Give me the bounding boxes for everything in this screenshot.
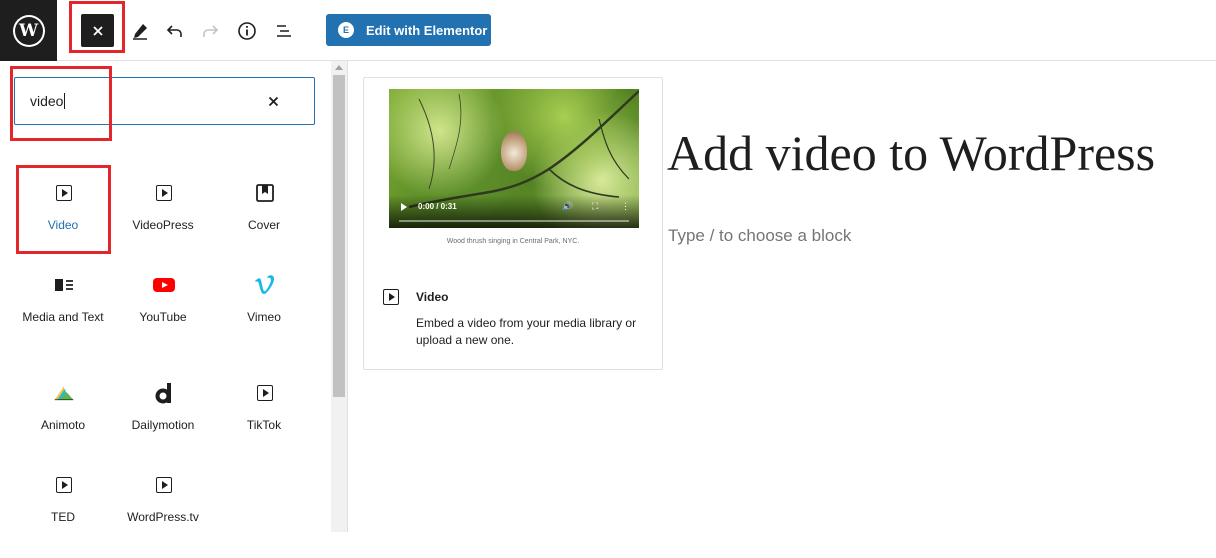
list-view-button[interactable] (267, 14, 300, 47)
video-icon (53, 182, 75, 204)
close-inserter-button[interactable] (81, 14, 114, 47)
animoto-icon (53, 382, 75, 404)
undo-icon (166, 24, 182, 37)
tools-button[interactable] (123, 14, 156, 47)
video-caption: Wood thrush singing in Central Park, NYC… (446, 238, 580, 245)
block-item-cover[interactable]: Cover (215, 182, 313, 266)
ted-icon (53, 474, 75, 496)
block-item-dailymotion[interactable]: Dailymotion (114, 382, 212, 466)
dailymotion-icon (153, 382, 175, 404)
fullscreen-icon[interactable]: ⛶ (592, 201, 598, 212)
video-controls: 0:00 / 0:31 🔊 ⛶ ⋮ (389, 195, 639, 228)
pencil-icon (132, 23, 147, 40)
video-icon (383, 289, 399, 305)
block-item-vimeo[interactable]: Vimeo (215, 274, 313, 358)
info-icon (237, 21, 256, 40)
block-item-videopress[interactable]: VideoPress (114, 182, 212, 266)
close-icon (268, 96, 278, 106)
elementor-icon: E (338, 22, 354, 38)
redo-button[interactable] (193, 14, 226, 47)
block-item-youtube[interactable]: YouTube (114, 274, 212, 358)
editor-top-toolbar: W E Edit with Elementor (0, 0, 1216, 61)
youtube-icon (153, 274, 175, 296)
block-item-media-and-text[interactable]: Media and Text (14, 274, 112, 358)
wordpress-logo-icon: W (12, 14, 45, 47)
wordpress-tv-icon (153, 474, 175, 496)
elementor-button-label: Edit with Elementor (366, 22, 488, 38)
more-options-icon[interactable]: ⋮ (621, 201, 630, 212)
block-item-ted[interactable]: TED (14, 474, 112, 558)
block-placeholder[interactable]: Type / to choose a block (668, 226, 851, 246)
block-search-input[interactable]: video (14, 77, 315, 125)
block-item-wordpress-tv[interactable]: WordPress.tv (114, 474, 212, 558)
volume-icon[interactable]: 🔊 (562, 201, 573, 212)
preview-block-description: Embed a video from your media library or… (416, 316, 637, 347)
clear-search-button[interactable] (262, 89, 284, 113)
scrollbar-thumb[interactable] (333, 75, 345, 397)
redo-icon (202, 24, 218, 37)
details-button[interactable] (230, 14, 263, 47)
vimeo-icon (254, 274, 276, 296)
edit-with-elementor-button[interactable]: E Edit with Elementor (326, 14, 491, 46)
tiktok-icon (254, 382, 276, 404)
preview-block-title: Video (416, 290, 449, 304)
text-caret (64, 93, 66, 109)
inserter-scrollbar[interactable] (331, 61, 348, 532)
close-icon (92, 25, 103, 36)
play-icon[interactable] (401, 203, 407, 211)
media-text-icon (53, 274, 75, 296)
video-progress-bar[interactable] (399, 220, 629, 222)
post-title[interactable]: Add video to WordPress (667, 124, 1155, 182)
scroll-up-arrow-icon[interactable] (335, 65, 343, 70)
block-preview-card: 0:00 / 0:31 🔊 ⛶ ⋮ Wood thrush singing in… (363, 77, 663, 370)
video-preview-thumbnail: 0:00 / 0:31 🔊 ⛶ ⋮ (389, 89, 639, 228)
block-item-animoto[interactable]: Animoto (14, 382, 112, 466)
block-item-tiktok[interactable]: TikTok (215, 382, 313, 466)
cover-icon (254, 182, 276, 204)
search-value: video (30, 93, 64, 109)
block-item-video[interactable]: Video (14, 182, 112, 266)
bird-figure (501, 131, 527, 171)
videopress-icon (153, 182, 175, 204)
video-time: 0:00 / 0:31 (418, 202, 457, 211)
undo-button[interactable] (158, 14, 191, 47)
block-inserter-panel: video Video VideoPress Cover Media and T… (0, 61, 331, 532)
wordpress-logo-button[interactable]: W (0, 0, 57, 61)
list-view-icon (276, 24, 291, 37)
